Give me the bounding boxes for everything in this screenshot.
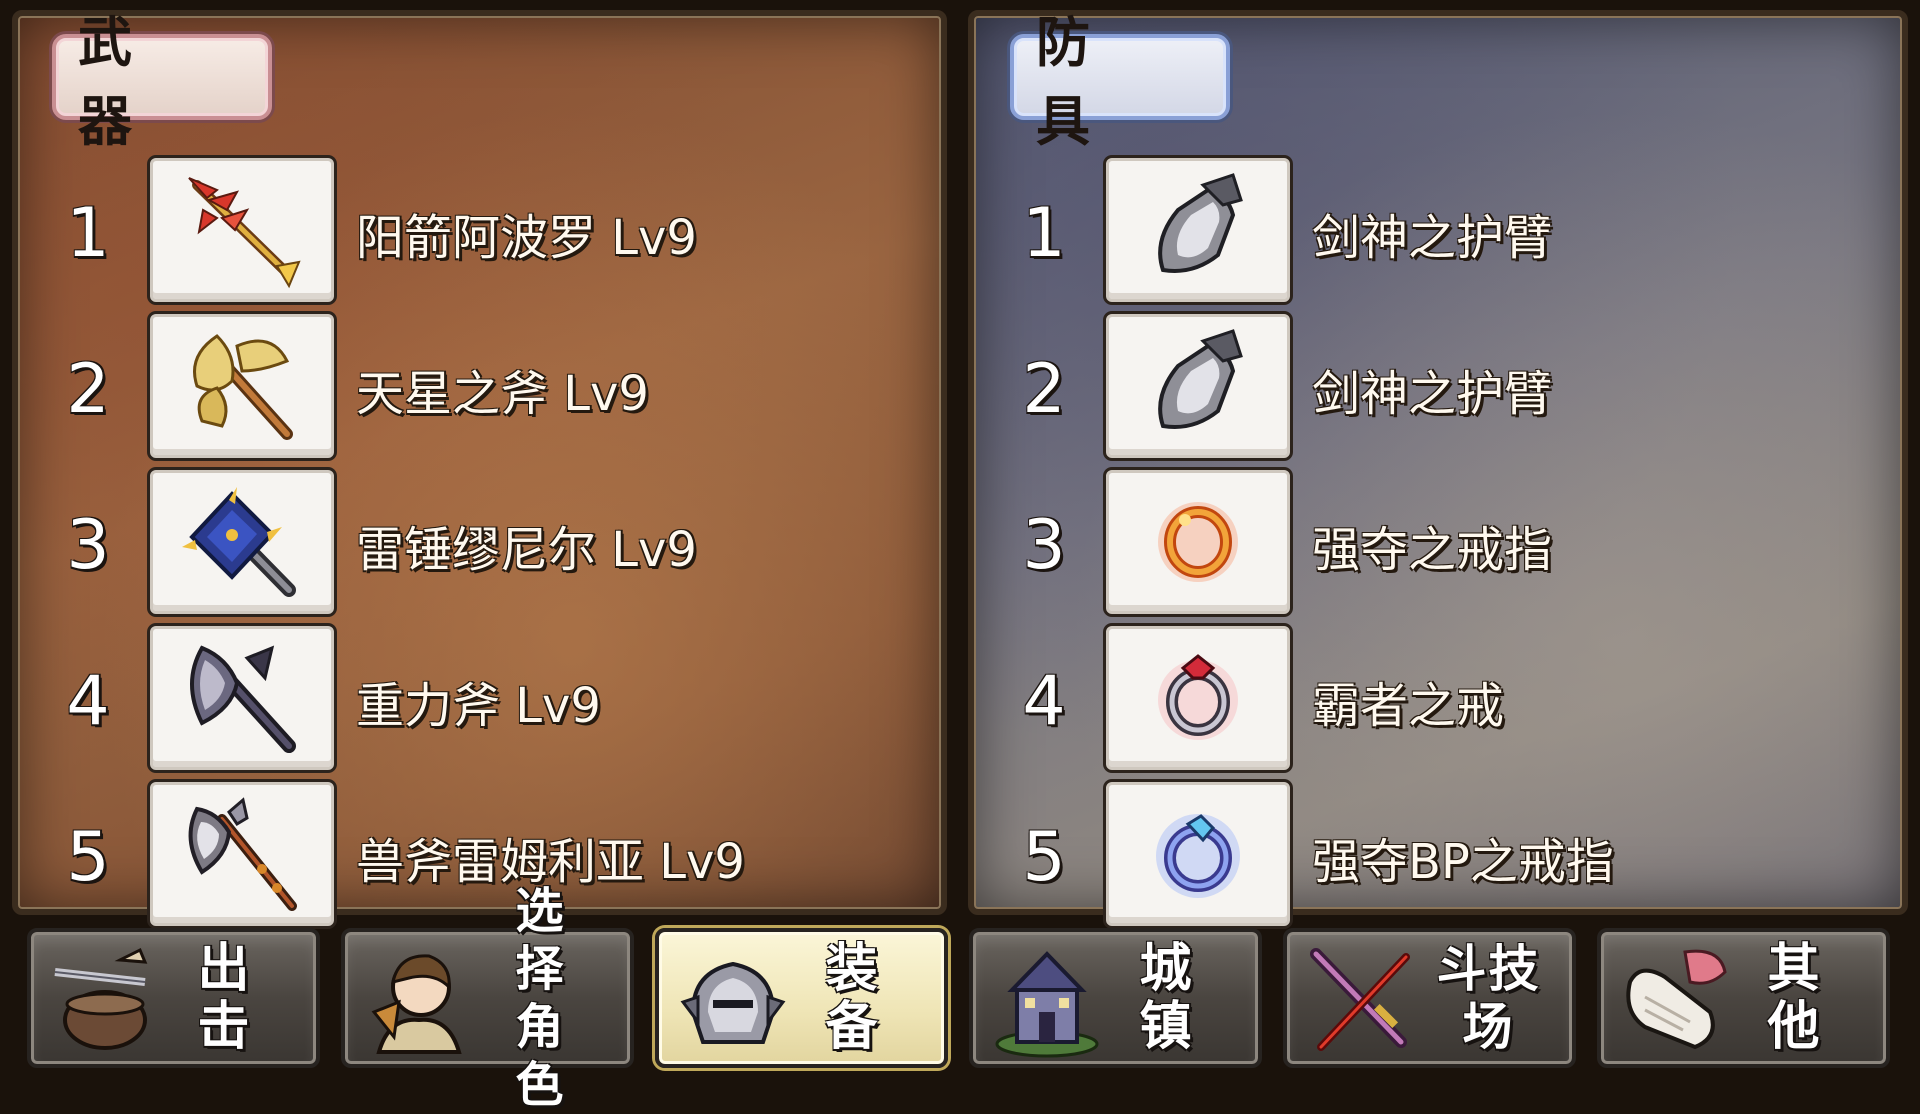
armor-name: 剑神之护臂 <box>1312 366 1553 422</box>
item-icon-frame <box>1106 158 1290 302</box>
nav-sortie-button[interactable]: 出 击 <box>27 928 320 1068</box>
nav-select-line1: 选 择 <box>515 883 578 997</box>
nav-select-character-label: 选 择 角 色 <box>473 883 620 1113</box>
nav-select-character-button[interactable]: 选 择 角 色 <box>341 883 634 1113</box>
slot-number: 1 <box>1022 194 1066 273</box>
blue-gem-ring-icon <box>1156 814 1240 898</box>
armor-name: 强夺BP之戒指 <box>1312 834 1614 890</box>
castle-town-icon <box>987 942 1107 1062</box>
weapon-name: 重力斧 Lv9 <box>356 678 601 734</box>
armor-slot-2[interactable]: 2 剑神之护臂 <box>974 314 1874 464</box>
slot-number: 2 <box>1022 350 1066 429</box>
item-icon-frame <box>1106 626 1290 770</box>
dragon-ring-icon <box>1158 654 1238 740</box>
slot-number: 3 <box>1022 506 1066 585</box>
nav-other-button[interactable]: 其 他 <box>1597 928 1890 1068</box>
weapon-slot-1[interactable]: 1 阳箭阿波罗 Lv9 <box>18 158 918 308</box>
nav-equip-label: 装 备 <box>825 939 896 1057</box>
weapon-slot-5[interactable]: 5 兽斧雷姆利亚 Lv9 <box>18 782 918 932</box>
item-icon-frame <box>1106 782 1290 926</box>
crossed-swords-icon <box>1301 942 1421 1062</box>
armor-name: 强夺之戒指 <box>1312 522 1553 578</box>
weapon-slot-2[interactable]: 2 天星之斧 Lv9 <box>18 314 918 464</box>
armor-slot-5[interactable]: 5 强夺BP之戒指 <box>974 782 1874 932</box>
golden-battle-axe-icon <box>193 334 293 440</box>
armor-name: 霸者之戒 <box>1312 678 1505 734</box>
nav-sortie-label: 出 击 <box>197 939 268 1057</box>
armor-helmet-icon <box>673 942 793 1062</box>
nav-town-button[interactable]: 城 镇 <box>969 928 1262 1068</box>
armor-slot-1[interactable]: 1 剑神之护臂 <box>974 158 1874 308</box>
slot-number: 5 <box>1022 818 1066 897</box>
weapon-name: 阳箭阿波罗 Lv9 <box>356 210 697 266</box>
silver-gauntlet-icon <box>1158 329 1243 429</box>
slot-number: 1 <box>66 194 110 273</box>
armor-title: 防 具 <box>1010 11 1230 153</box>
thunder-hammer-icon <box>182 487 296 597</box>
beast-halberd-icon <box>188 797 297 911</box>
nav-arena-label: 斗技场 <box>1436 940 1541 1056</box>
weapon-name: 雷锤缪尼尔 Lv9 <box>356 522 697 578</box>
sword-pot-icon <box>45 942 165 1062</box>
item-icon-frame <box>150 626 334 770</box>
item-icon-frame <box>150 314 334 458</box>
item-icon-frame <box>1106 470 1290 614</box>
dark-axe-icon <box>190 645 296 753</box>
armor-panel: 防 具 1 剑神之护臂 2 剑神之护臂 3 强夺之戒指 4 霸者之戒 5 强夺B… <box>968 10 1908 926</box>
item-icon-frame <box>1106 314 1290 458</box>
armor-name: 剑神之护臂 <box>1312 210 1553 266</box>
item-icon-frame <box>150 158 334 302</box>
nav-equip-button[interactable]: 装 备 <box>655 928 948 1068</box>
weapons-panel: 武 器 1 阳箭阿波罗 Lv9 2 天星之斧 Lv9 3 雷锤缪尼尔 Lv9 4… <box>12 10 947 926</box>
nav-arena-button[interactable]: 斗技场 <box>1283 928 1576 1068</box>
item-icon-frame <box>150 470 334 614</box>
item-icon-frame <box>150 782 334 926</box>
slot-number: 4 <box>66 662 110 741</box>
slot-number: 2 <box>66 350 110 429</box>
gold-ring-icon <box>1158 502 1238 582</box>
armor-slot-4[interactable]: 4 霸者之戒 <box>974 626 1874 776</box>
weapon-slot-4[interactable]: 4 重力斧 Lv9 <box>18 626 918 776</box>
slot-number: 4 <box>1022 662 1066 741</box>
golden-arrow-icon <box>188 177 301 289</box>
slot-number: 3 <box>66 506 110 585</box>
silver-gauntlet-icon <box>1158 173 1243 273</box>
nav-other-label: 其 他 <box>1767 939 1838 1057</box>
weapons-title: 武 器 <box>52 11 272 153</box>
weapon-name: 天星之斧 Lv9 <box>356 366 649 422</box>
character-portrait-icon <box>359 942 479 1062</box>
scroll-quill-icon <box>1615 942 1735 1062</box>
nav-select-line2: 角 色 <box>515 999 578 1113</box>
slot-number: 5 <box>66 818 110 897</box>
nav-town-label: 城 镇 <box>1139 939 1210 1057</box>
armor-slot-3[interactable]: 3 强夺之戒指 <box>974 470 1874 620</box>
weapon-slot-3[interactable]: 3 雷锤缪尼尔 Lv9 <box>18 470 918 620</box>
